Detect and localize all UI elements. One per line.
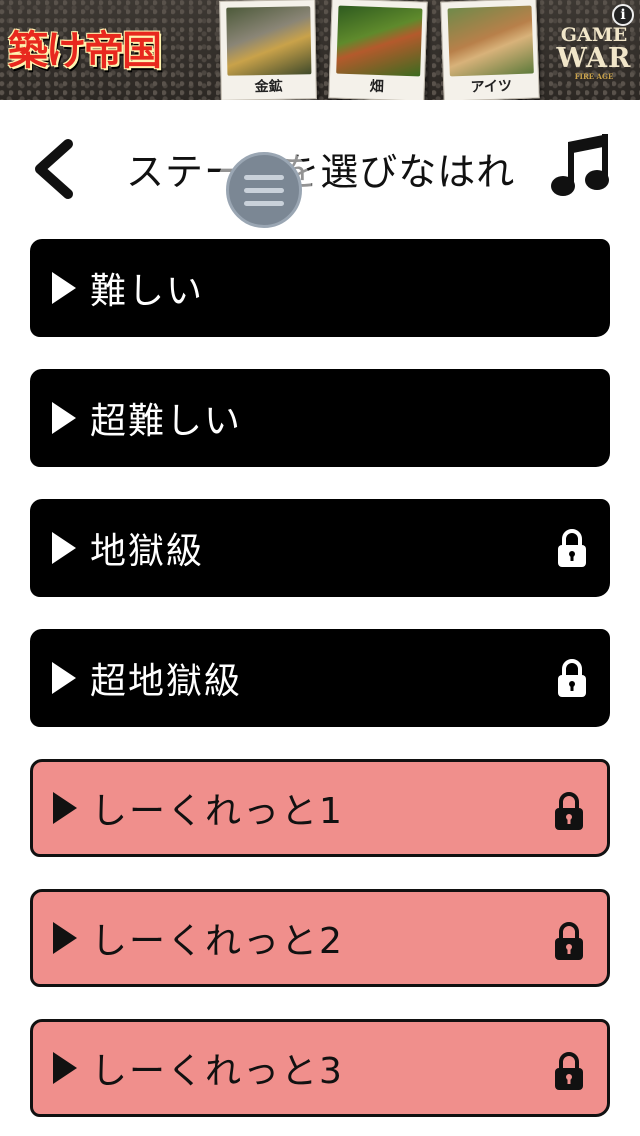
ad-photo-gold-mine: 金鉱 (219, 0, 317, 100)
stage-button-hard[interactable]: 難しい (30, 239, 610, 337)
stage-button-secret-1[interactable]: しーくれっと1 (30, 759, 610, 857)
lock-icon (558, 659, 586, 697)
page-title: ステージを選びなはれ (126, 150, 516, 194)
ad-photo-caption: アイツ (470, 78, 513, 96)
ad-photo-caption: 畑 (369, 78, 384, 96)
stage-label: しーくれっと2 (91, 921, 344, 962)
play-triangle-icon (53, 792, 77, 824)
chevron-left-icon (35, 139, 73, 199)
stage-label: しーくれっと3 (91, 1051, 344, 1092)
lock-icon (555, 1052, 583, 1090)
floating-menu-button[interactable] (216, 142, 312, 238)
lock-icon (558, 529, 586, 567)
stage-button-secret-3[interactable]: しーくれっと3 (30, 1019, 610, 1117)
enemy-base-image (447, 5, 534, 77)
stage-button-hell[interactable]: 地獄級 (30, 499, 610, 597)
field-image (336, 5, 423, 77)
gold-mine-image (226, 6, 312, 76)
ad-title: 築け帝国 (8, 27, 162, 74)
play-triangle-icon (52, 272, 76, 304)
back-button[interactable] (28, 138, 84, 200)
ad-info-icon[interactable]: i (612, 4, 634, 26)
logo-line-3: FIRE AGE (574, 72, 614, 81)
play-triangle-icon (52, 402, 76, 434)
hamburger-menu-icon (226, 152, 302, 228)
stage-label: 地獄級 (90, 531, 205, 572)
stage-label: 超地獄級 (90, 661, 243, 702)
stage-button-secret-2[interactable]: しーくれっと2 (30, 889, 610, 987)
logo-line-2: WAR (556, 43, 632, 74)
stage-label: 難しい (90, 271, 205, 312)
play-triangle-icon (52, 662, 76, 694)
stage-button-super-hell[interactable]: 超地獄級 (30, 629, 610, 727)
game-of-war-logo: GAME WAR FIRE AGE (548, 26, 640, 81)
lock-icon (555, 922, 583, 960)
stage-button-very-hard[interactable]: 超難しい (30, 369, 610, 467)
music-note-icon (551, 134, 609, 196)
music-toggle-button[interactable] (548, 130, 614, 200)
stage-label: 超難しい (90, 401, 243, 442)
play-triangle-icon (52, 532, 76, 564)
play-triangle-icon (53, 1052, 77, 1084)
ad-banner[interactable]: 築け帝国 金鉱 畑 アイツ GAME WAR FIRE AGE i (0, 0, 640, 100)
ad-photo-enemy: アイツ (440, 0, 540, 100)
lock-icon (555, 792, 583, 830)
stage-label: しーくれっと1 (91, 791, 344, 832)
play-triangle-icon (53, 922, 77, 954)
ad-photo-field: 畑 (328, 0, 428, 100)
ad-photo-caption: 金鉱 (254, 78, 283, 96)
